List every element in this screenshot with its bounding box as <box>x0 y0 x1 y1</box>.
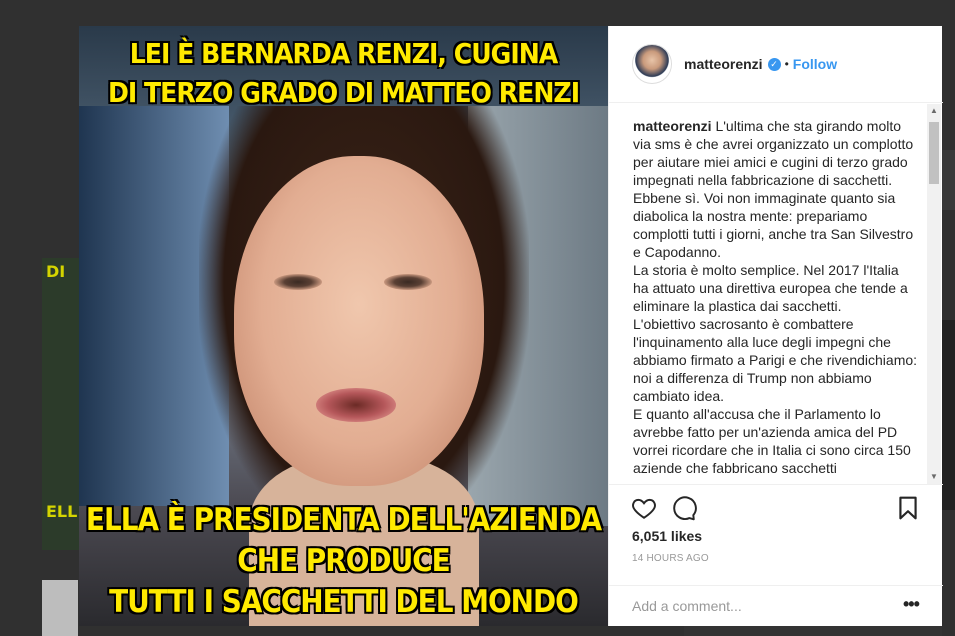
post-timestamp[interactable]: 14 HOURS AGO <box>632 553 709 564</box>
likes-count[interactable]: 6,051 likes <box>632 528 702 544</box>
comment-text: L'ultima che sta girando molto via sms è… <box>633 118 914 260</box>
post-header: matteorenzi ✓ • Follow <box>609 26 943 103</box>
meme-caption-line: CHE PRODUCE <box>237 543 451 579</box>
comment-paragraph: E quanto all'accusa che il Parlamento lo… <box>633 406 911 476</box>
background-thumbnail-text-bottom: ELL <box>46 502 78 521</box>
photo-subject-mouth <box>316 388 396 422</box>
heart-icon[interactable] <box>631 495 657 521</box>
meme-caption-line: TUTTI I SACCHETTI DEL MONDO <box>109 584 579 620</box>
background-post-thumbnail[interactable] <box>942 320 955 510</box>
meme-caption-top: LEI È BERNARDA RENZI, CUGINA DI TERZO GR… <box>79 34 608 112</box>
bookmark-icon[interactable] <box>895 495 921 521</box>
verified-badge-icon: ✓ <box>767 57 781 71</box>
avatar[interactable] <box>632 44 672 84</box>
background-post-thumbnail[interactable]: DI ELL <box>42 258 82 550</box>
comment-paragraph: L'obiettivo sacrosanto è combattere l'in… <box>633 316 918 404</box>
scroll-up-arrow-icon[interactable]: ▲ <box>927 104 941 118</box>
meme-caption-line: LEI È BERNARDA RENZI, CUGINA <box>129 37 559 70</box>
background-thumbnail-text-top: DI <box>46 262 66 281</box>
separator-dot: • <box>784 57 789 71</box>
post-image[interactable]: LEI È BERNARDA RENZI, CUGINA DI TERZO GR… <box>79 26 608 626</box>
add-comment-bar: ••• <box>609 585 943 627</box>
meme-caption-line: ELLA È PRESIDENTA DELL'AZIENDA <box>85 502 602 538</box>
photo-subject-face <box>234 156 484 486</box>
add-comment-input[interactable] <box>632 598 892 614</box>
post-details-panel: matteorenzi ✓ • Follow matteorenzi L'ult… <box>608 26 943 626</box>
comment-author-link[interactable]: matteorenzi <box>633 118 712 134</box>
comment-paragraph: La storia è molto semplice. Nel 2017 l'I… <box>633 262 908 314</box>
comment-bubble-icon[interactable] <box>671 495 697 521</box>
scrollbar-thumb[interactable] <box>929 122 939 184</box>
background-post-thumbnail[interactable] <box>942 150 955 210</box>
more-options-icon[interactable]: ••• <box>903 594 920 615</box>
meme-caption-bottom: ELLA È PRESIDENTA DELL'AZIENDA CHE PRODU… <box>79 500 608 623</box>
photo-subject-eye <box>384 274 432 290</box>
username-link[interactable]: matteorenzi <box>684 56 763 72</box>
meme-caption-line: DI TERZO GRADO DI MATTEO RENZI <box>107 76 580 109</box>
scroll-down-arrow-icon[interactable]: ▼ <box>927 470 941 484</box>
photo-subject-eye <box>274 274 322 290</box>
caption-comment: matteorenzi L'ultima che sta girando mol… <box>633 117 918 261</box>
comments-area[interactable]: matteorenzi L'ultima che sta girando mol… <box>633 117 918 484</box>
comments-scrollbar[interactable]: ▲ ▼ <box>927 104 941 484</box>
background-post-thumbnail[interactable] <box>42 580 78 636</box>
post-actions: 6,051 likes 14 HOURS AGO ••• <box>609 484 943 626</box>
follow-button[interactable]: Follow <box>793 56 837 72</box>
